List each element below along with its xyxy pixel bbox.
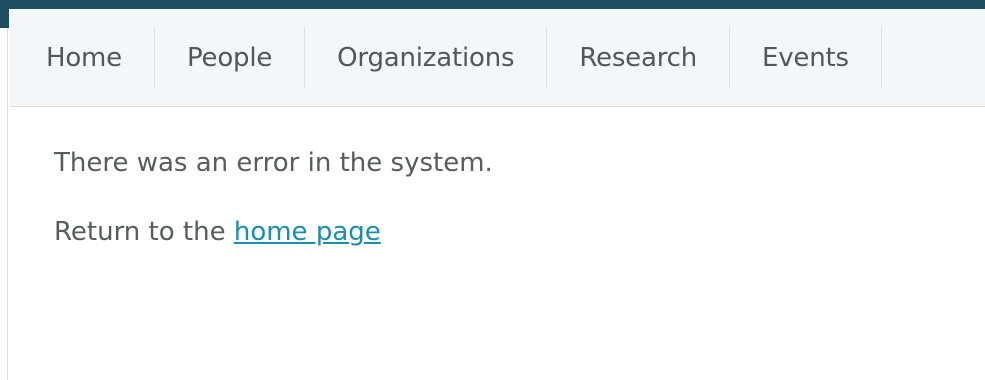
main-navigation: Home People Organizations Research Event… xyxy=(10,9,985,107)
top-accent-bar xyxy=(0,0,985,9)
nav-item-research[interactable]: Research xyxy=(547,28,731,88)
left-accent-corner xyxy=(0,0,9,28)
nav-item-events[interactable]: Events xyxy=(730,28,882,88)
error-message: There was an error in the system. xyxy=(54,148,493,178)
home-page-link[interactable]: home page xyxy=(234,217,381,247)
nav-item-home[interactable]: Home xyxy=(10,28,155,88)
return-message: Return to the home page xyxy=(54,219,493,245)
return-prefix: Return to the xyxy=(54,217,226,247)
nav-item-people[interactable]: People xyxy=(155,28,306,88)
nav-item-organizations[interactable]: Organizations xyxy=(305,28,548,88)
left-page-border xyxy=(0,0,8,380)
error-page: Home People Organizations Research Event… xyxy=(0,0,985,380)
main-content: There was an error in the system. Return… xyxy=(54,150,493,245)
navigation-list: Home People Organizations Research Event… xyxy=(10,9,882,107)
